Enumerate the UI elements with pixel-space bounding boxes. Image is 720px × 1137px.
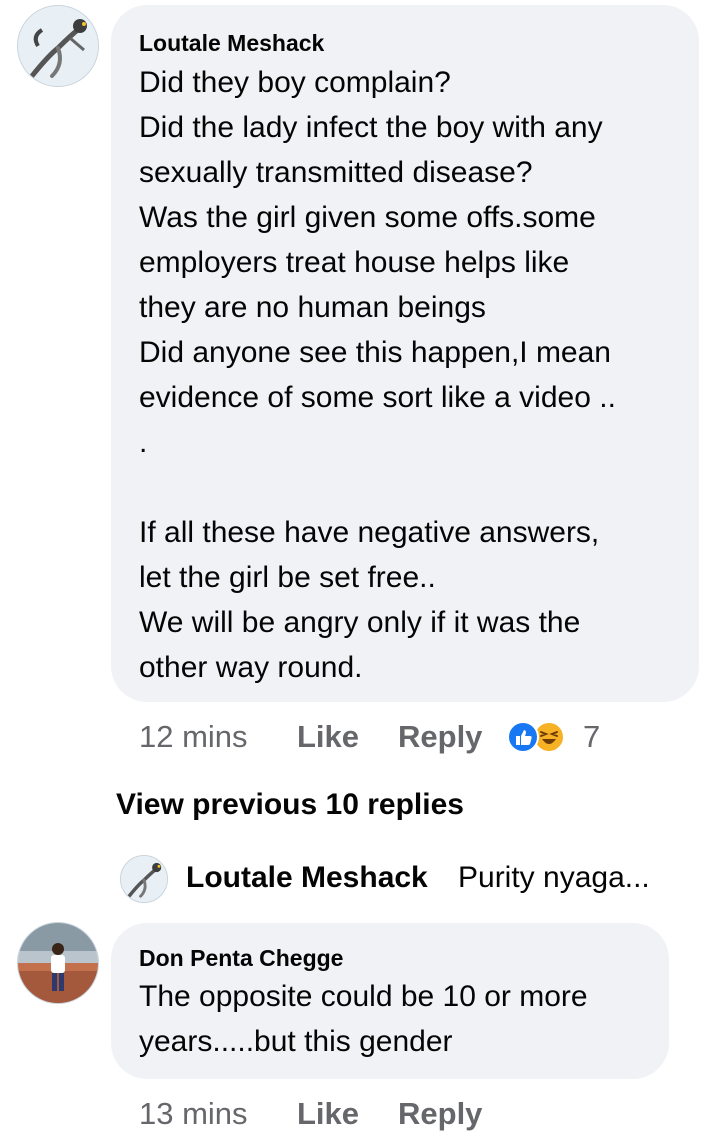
comment-line: If all these have negative answers, bbox=[139, 516, 600, 549]
like-reaction-icon[interactable] bbox=[507, 721, 539, 753]
comment-text: The opposite could be 10 or more years..… bbox=[139, 974, 588, 1064]
comment-author[interactable]: Don Penta Chegge bbox=[139, 944, 343, 972]
reply-preview[interactable]: Loutale Meshack Purity nyaga... bbox=[120, 855, 720, 903]
comment-author[interactable]: Loutale Meshack bbox=[139, 29, 324, 57]
comment-timestamp[interactable]: 13 mins bbox=[139, 1094, 248, 1134]
like-button[interactable]: Like bbox=[297, 717, 359, 757]
comment-line: they are no human beings bbox=[139, 291, 486, 324]
comment-line: Did they boy complain? bbox=[139, 66, 451, 99]
comment-line: sexually transmitted disease? bbox=[139, 156, 533, 189]
comment-bubble: Loutale Meshack Did they boy complain? D… bbox=[111, 5, 699, 702]
comment-actions: 12 mins Like Reply 7 bbox=[139, 717, 699, 757]
avatar-don-penta-chegge[interactable] bbox=[17, 922, 99, 1004]
comment-timestamp[interactable]: 12 mins bbox=[139, 717, 248, 757]
comment-line: Did the lady infect the boy with any bbox=[139, 111, 603, 144]
comment-line: years.....but this gender bbox=[139, 1025, 453, 1058]
view-previous-replies-link[interactable]: View previous 10 replies bbox=[116, 785, 464, 825]
avatar-loutale-meshack[interactable] bbox=[17, 5, 99, 87]
comment-line: employers treat house helps like bbox=[139, 246, 570, 279]
comment-actions: 13 mins Like Reply bbox=[139, 1094, 699, 1134]
reply-button[interactable]: Reply bbox=[398, 1094, 482, 1134]
comment-line bbox=[139, 465, 616, 510]
comment-line: Was the girl given some offs.some bbox=[139, 201, 596, 234]
like-button[interactable]: Like bbox=[297, 1094, 359, 1134]
lemur-avatar-icon bbox=[121, 856, 167, 902]
comment-line: . bbox=[139, 426, 148, 459]
reply-avatar bbox=[120, 855, 168, 903]
comment-line: other way round. bbox=[139, 651, 363, 684]
comment-line: The opposite could be 10 or more bbox=[139, 980, 588, 1013]
comment-line: let the girl be set free.. bbox=[139, 561, 436, 594]
lemur-avatar-icon bbox=[18, 6, 98, 86]
comment-text: Did they boy complain? Did the lady infe… bbox=[139, 60, 616, 690]
comment-bubble: Don Penta Chegge The opposite could be 1… bbox=[111, 923, 669, 1079]
reply-button[interactable]: Reply bbox=[398, 717, 482, 757]
reply-snippet: Purity nyaga... bbox=[458, 861, 650, 894]
person-photo-avatar-icon bbox=[18, 923, 98, 1003]
reaction-count[interactable]: 7 bbox=[583, 717, 600, 757]
comment-line: We will be angry only if it was the bbox=[139, 606, 581, 639]
comment-line: Did anyone see this happen,I mean bbox=[139, 336, 611, 369]
comment-line: evidence of some sort like a video .. bbox=[139, 381, 616, 414]
reply-author[interactable]: Loutale Meshack bbox=[186, 858, 428, 898]
